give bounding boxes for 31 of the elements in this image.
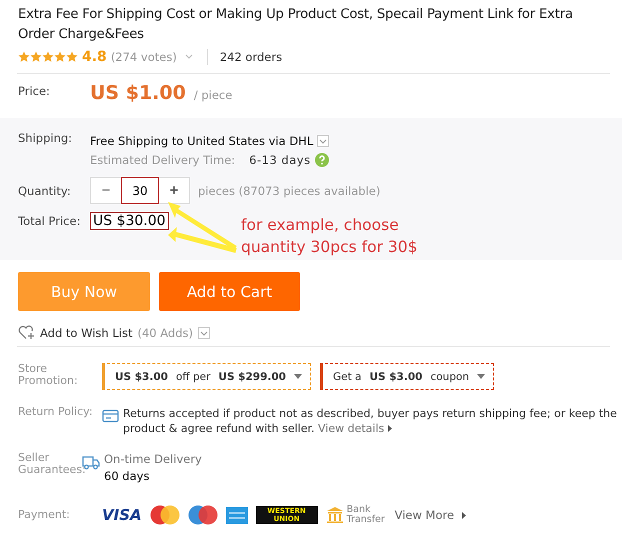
price-unit: / piece	[194, 88, 232, 102]
total-price-value: US $30.00	[90, 212, 169, 230]
delivery-value: 6-13 days	[249, 152, 311, 166]
wishlist-count: (40 Adds)	[137, 326, 194, 340]
bank-transfer-label: Bank Transfer	[346, 505, 386, 525]
total-price-label: Total Price:	[18, 214, 82, 228]
guarantee-name: On-time Delivery	[104, 452, 202, 466]
delivery-label: Estimated Delivery Time:	[90, 152, 236, 166]
orders-count: 242 orders	[220, 50, 282, 64]
view-details-link[interactable]: View details	[318, 422, 384, 435]
quantity-field[interactable]: 30	[121, 177, 159, 204]
price-value: US $1.00	[90, 82, 186, 104]
return-policy-text: Returns accepted if product not as described, buyer pays return shipping fee; or keep the product & agree refund with seller. View details	[123, 406, 618, 436]
guarantees-label: Seller Guarantees:	[18, 452, 82, 476]
product-title: Extra Fee For Shipping Cost or Making Up Product Cost, Specail Payment Link for Extra Order Charge&Fees	[17, 6, 574, 44]
shipping-method: Free Shipping to United States via DHL	[90, 134, 314, 148]
annotation-text: for example, choose quantity 30pcs for 30$	[241, 215, 418, 258]
rating-score: 4.8	[82, 49, 107, 65]
return-policy-label: Return Policy:	[18, 406, 94, 418]
quantity-label: Quantity:	[18, 184, 72, 198]
shipping-label: Shipping:	[18, 131, 74, 145]
wishlist-link[interactable]: Add to Wish List	[40, 326, 132, 340]
availability-text: pieces (87073 pieces available)	[198, 184, 380, 198]
view-more-link[interactable]: View More	[394, 508, 454, 522]
coupon-dropdown[interactable]: Get a US $3.00 coupon	[320, 363, 494, 390]
payment-label: Payment:	[18, 509, 71, 521]
price-label: Price:	[18, 84, 51, 98]
promotion-label: Store Promotion:	[18, 363, 79, 387]
guarantee-days: 60 days	[104, 469, 202, 483]
visa-logo: VISA	[102, 506, 142, 524]
coupon-dropdown[interactable]: US $3.00 off per US $299.00	[102, 363, 311, 390]
